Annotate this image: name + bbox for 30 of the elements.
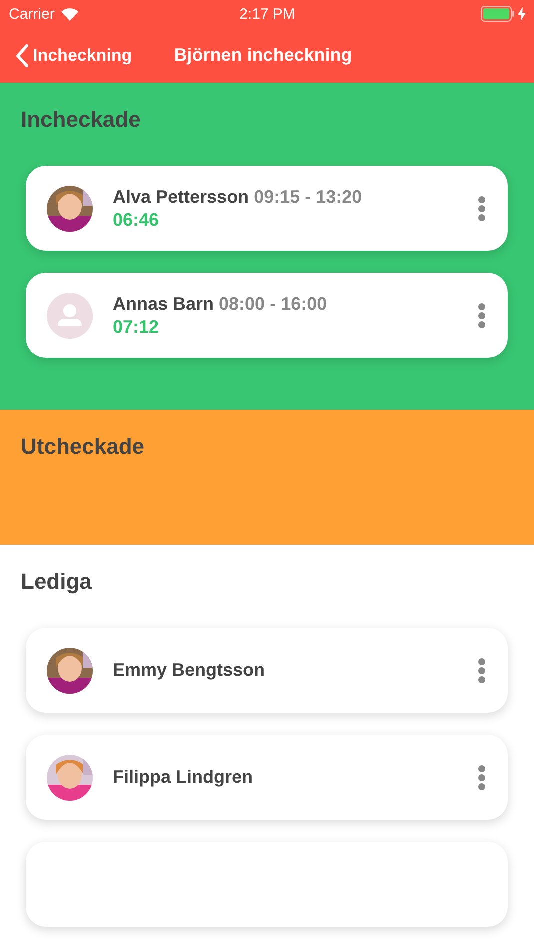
more-button[interactable] xyxy=(476,300,488,330)
more-button[interactable] xyxy=(476,194,488,224)
section-title: Lediga xyxy=(21,569,93,595)
screen-title: Björnen incheckning xyxy=(174,45,352,66)
avatar-icon xyxy=(47,292,93,338)
chevron-icon xyxy=(16,44,29,68)
section-title: Utcheckade xyxy=(21,434,146,460)
scheduled-hours: 09:15 - 13:20 xyxy=(254,186,362,208)
elapsed-time: 07:12 xyxy=(113,316,160,338)
child-card[interactable]: Filippa Lindgren xyxy=(26,735,508,820)
clock: 2:17 PM xyxy=(240,6,296,22)
section-title: Incheckade xyxy=(21,107,142,133)
wifi-icon xyxy=(60,8,79,20)
child-card[interactable]: Annas Barn 08:00 - 16:00 07:12 xyxy=(26,273,508,358)
child-name: Annas Barn xyxy=(113,294,214,314)
more-icon xyxy=(478,764,486,790)
child-card[interactable]: Alva Pettersson 09:15 - 13:20 06:46 xyxy=(26,166,508,251)
scheduled-hours: 08:00 - 16:00 xyxy=(219,294,328,314)
child-name: Emmy Bengtsson xyxy=(113,660,266,681)
child-card[interactable]: Emmy Bengtsson xyxy=(26,628,508,713)
more-icon xyxy=(478,658,486,684)
more-button[interactable] xyxy=(476,656,488,686)
more-icon xyxy=(478,196,486,222)
carrier-label: Carrier xyxy=(9,6,55,22)
child-name: Alva Pettersson xyxy=(113,186,250,208)
elapsed-time: 06:46 xyxy=(113,210,160,230)
child-name: Filippa Lindgren xyxy=(113,767,253,788)
more-icon xyxy=(478,302,486,328)
more-button[interactable] xyxy=(476,762,488,792)
battery-icon xyxy=(481,6,515,22)
